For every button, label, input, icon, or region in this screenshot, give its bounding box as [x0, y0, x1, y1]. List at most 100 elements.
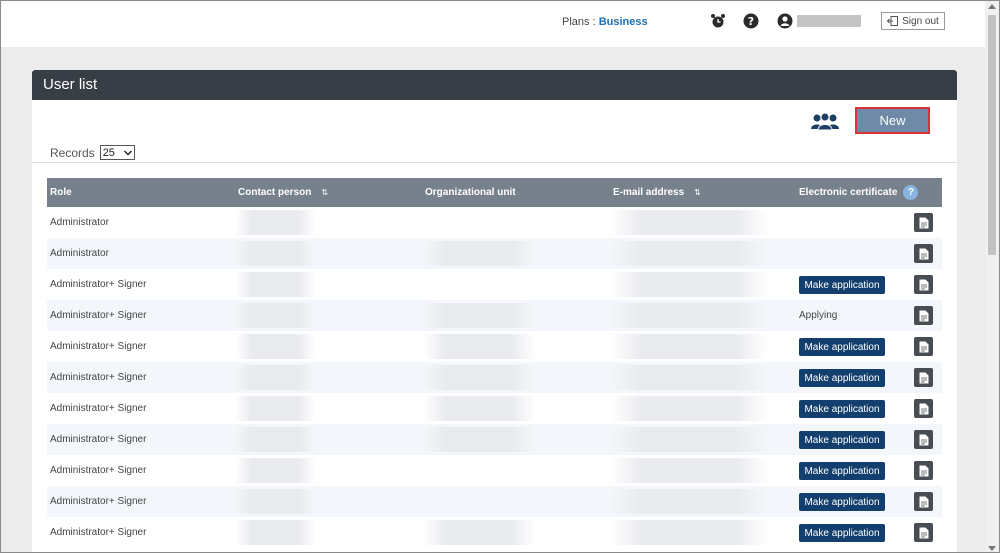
make-application-button[interactable]: Make application: [799, 400, 885, 418]
table-row: Administrator+ Signer Make application: [47, 393, 942, 424]
email-redacted: [610, 334, 768, 359]
email-redacted: [610, 427, 768, 452]
email-redacted: [610, 241, 768, 266]
contact-person-redacted: [235, 210, 315, 235]
org-unit-redacted: [423, 303, 535, 328]
table-row: Administrator: [47, 238, 942, 269]
role-cell: Administrator+ Signer: [50, 527, 147, 538]
contact-person-redacted: [235, 396, 315, 421]
org-unit-redacted: [423, 334, 535, 359]
column-header-email[interactable]: E-mail address ⇅: [613, 178, 701, 207]
document-icon[interactable]: [914, 430, 933, 449]
panel-title: User list: [32, 70, 957, 100]
user-table: Role Contact person ⇅ Organizational unit…: [47, 178, 942, 548]
records-per-page: Records 25: [50, 145, 135, 160]
records-select[interactable]: 25: [99, 145, 135, 160]
role-cell: Administrator: [50, 248, 109, 259]
column-header-org-unit: Organizational unit: [425, 187, 516, 198]
contact-person-redacted: [235, 303, 315, 328]
email-redacted: [610, 272, 768, 297]
user-list-panel: User list New Records 25 Role Contact pe…: [32, 70, 957, 552]
user-icon[interactable]: [777, 13, 793, 29]
document-icon[interactable]: [914, 244, 933, 263]
alarm-clock-icon[interactable]: [710, 13, 726, 29]
sign-out-label: Sign out: [902, 15, 939, 27]
certificate-status: Applying: [799, 310, 838, 321]
scroll-down-arrow[interactable]: [988, 546, 996, 551]
table-row: Administrator+ Signer Make application: [47, 455, 942, 486]
email-redacted: [610, 458, 768, 483]
email-redacted: [610, 396, 768, 421]
make-application-button[interactable]: Make application: [799, 276, 885, 294]
document-icon[interactable]: [914, 213, 933, 232]
table-header: Role Contact person ⇅ Organizational unit…: [47, 178, 942, 207]
document-icon[interactable]: [914, 461, 933, 480]
sort-icon[interactable]: ⇅: [321, 188, 328, 197]
email-redacted: [610, 520, 768, 545]
role-cell: Administrator+ Signer: [50, 279, 147, 290]
table-row: Administrator+ Signer Make application: [47, 269, 942, 300]
table-row: Administrator+ Signer Make application: [47, 517, 942, 548]
help-icon[interactable]: ?: [903, 184, 919, 200]
contact-person-redacted: [235, 241, 315, 266]
org-unit-redacted: [423, 427, 535, 452]
email-redacted: [610, 210, 768, 235]
sign-out-button[interactable]: Sign out: [881, 12, 945, 30]
records-select-value: 25: [102, 146, 115, 159]
help-icon[interactable]: ?: [743, 13, 759, 29]
svg-text:?: ?: [748, 15, 754, 28]
users-group-icon[interactable]: [810, 112, 840, 132]
top-bar: Plans : Business ? Sign out: [1, 1, 987, 47]
document-icon[interactable]: [914, 306, 933, 325]
document-icon[interactable]: [914, 492, 933, 511]
table-row: Administrator+ Signer Make application: [47, 424, 942, 455]
role-cell: Administrator+ Signer: [50, 434, 147, 445]
email-redacted: [610, 365, 768, 390]
table-row: Administrator+ Signer Make application: [47, 331, 942, 362]
org-unit-redacted: [423, 241, 535, 266]
role-cell: Administrator+ Signer: [50, 372, 147, 383]
plans-label: Plans :: [562, 16, 599, 28]
make-application-button[interactable]: Make application: [799, 462, 885, 480]
scroll-up-arrow[interactable]: [988, 4, 996, 9]
contact-person-redacted: [235, 272, 315, 297]
vertical-scrollbar[interactable]: [985, 1, 999, 552]
make-application-button[interactable]: Make application: [799, 369, 885, 387]
new-user-button[interactable]: New: [855, 107, 930, 134]
email-redacted: [610, 489, 768, 514]
document-icon[interactable]: [914, 368, 933, 387]
role-cell: Administrator+ Signer: [50, 310, 147, 321]
column-header-contact-person[interactable]: Contact person ⇅: [238, 178, 328, 207]
sign-out-icon: [887, 16, 899, 26]
make-application-button[interactable]: Make application: [799, 524, 885, 542]
org-unit-redacted: [423, 396, 535, 421]
role-cell: Administrator+ Signer: [50, 403, 147, 414]
table-row: Administrator+ Signer Make application: [47, 486, 942, 517]
table-body: Administrator Administrator Administrator+…: [47, 207, 942, 548]
document-icon[interactable]: [914, 399, 933, 418]
make-application-button[interactable]: Make application: [799, 338, 885, 356]
scroll-thumb[interactable]: [988, 15, 996, 255]
plans-indicator: Plans : Business: [562, 16, 648, 28]
document-icon[interactable]: [914, 275, 933, 294]
browser-frame: Plans : Business ? Sign out User list Ne…: [0, 0, 1000, 553]
table-row: Administrator: [47, 207, 942, 238]
role-cell: Administrator: [50, 217, 109, 228]
role-cell: Administrator+ Signer: [50, 465, 147, 476]
plan-name[interactable]: Business: [599, 16, 648, 28]
contact-person-redacted: [235, 520, 315, 545]
document-icon[interactable]: [914, 523, 933, 542]
role-cell: Administrator+ Signer: [50, 496, 147, 507]
contact-person-redacted: [235, 334, 315, 359]
chevron-down-icon: [123, 149, 132, 156]
table-row: Administrator+ Signer Applying: [47, 300, 942, 331]
make-application-button[interactable]: Make application: [799, 431, 885, 449]
make-application-button[interactable]: Make application: [799, 493, 885, 511]
sort-icon[interactable]: ⇅: [694, 188, 701, 197]
contact-person-redacted: [235, 365, 315, 390]
contact-person-redacted: [235, 427, 315, 452]
org-unit-redacted: [423, 520, 535, 545]
document-icon[interactable]: [914, 337, 933, 356]
contact-person-redacted: [235, 458, 315, 483]
contact-person-redacted: [235, 489, 315, 514]
